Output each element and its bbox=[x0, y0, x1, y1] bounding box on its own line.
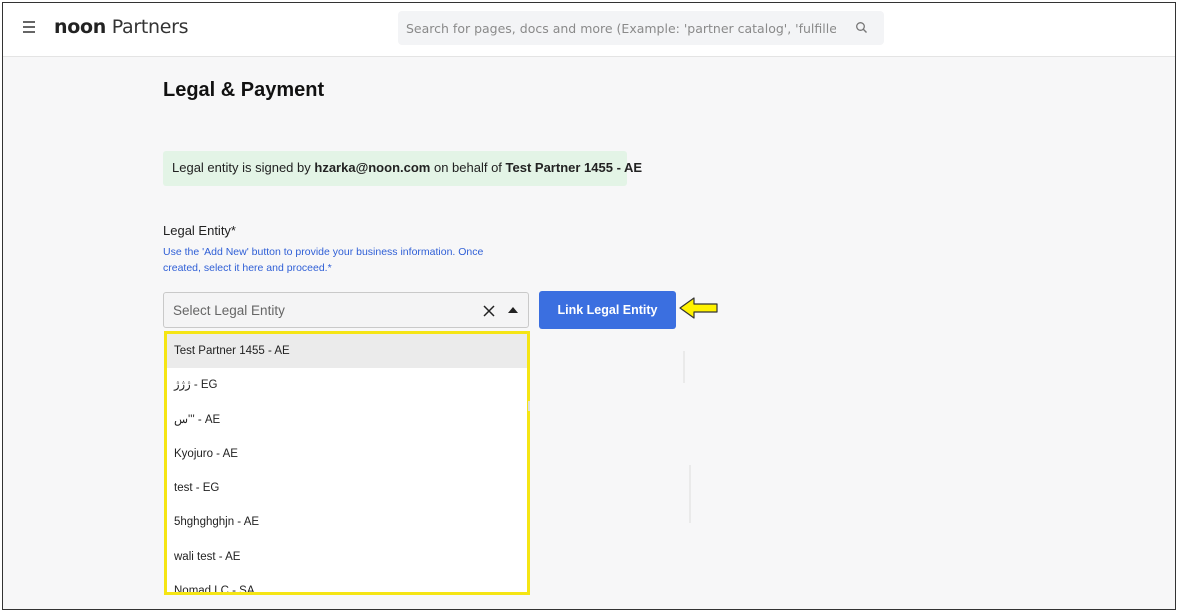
notice-partner: Test Partner 1455 - AE bbox=[505, 160, 643, 175]
arrow-pointer-icon bbox=[679, 297, 718, 319]
divider bbox=[689, 465, 691, 523]
divider bbox=[528, 401, 530, 411]
search-icon[interactable] bbox=[855, 21, 869, 35]
notice-middle: on behalf of bbox=[430, 160, 506, 175]
top-bar: noon Partners bbox=[3, 3, 1175, 57]
option-item[interactable]: Nomad LC - SA bbox=[167, 574, 527, 592]
divider bbox=[683, 351, 685, 383]
brand-bold: noon bbox=[54, 16, 106, 38]
legal-entity-dropdown: Test Partner 1455 - AE ژژژ - EG س''' - A… bbox=[164, 331, 530, 595]
caret-up-icon[interactable] bbox=[508, 307, 518, 313]
option-item[interactable]: wali test - AE bbox=[167, 540, 527, 574]
clear-icon[interactable] bbox=[482, 304, 496, 318]
notice-prefix: Legal entity is signed by bbox=[172, 160, 315, 175]
brand-light: Partners bbox=[105, 16, 189, 38]
link-legal-entity-button[interactable]: Link Legal Entity bbox=[539, 291, 676, 329]
option-item[interactable]: Test Partner 1455 - AE bbox=[167, 334, 527, 369]
app-window: noon Partners Legal & Payment Legal enti… bbox=[2, 2, 1176, 610]
menu-icon[interactable] bbox=[23, 21, 35, 33]
brand-logo[interactable]: noon Partners bbox=[54, 16, 189, 38]
select-placeholder: Select Legal Entity bbox=[173, 303, 285, 318]
option-item[interactable]: test - EG bbox=[167, 471, 527, 505]
legal-entity-label: Legal Entity* bbox=[163, 223, 236, 238]
notice-email: hzarka@noon.com bbox=[314, 160, 431, 175]
option-item[interactable]: 5hghghghjn - AE bbox=[167, 505, 527, 539]
search-input[interactable] bbox=[406, 18, 836, 38]
legal-entity-select[interactable]: Select Legal Entity bbox=[163, 292, 529, 328]
option-item[interactable]: س''' - AE bbox=[167, 403, 527, 437]
page-title: Legal & Payment bbox=[163, 79, 325, 101]
option-item[interactable]: Kyojuro - AE bbox=[167, 437, 527, 471]
search-box bbox=[398, 11, 884, 45]
signed-notice: Legal entity is signed by hzarka@noon.co… bbox=[163, 151, 642, 186]
option-item[interactable]: ژژژ - EG bbox=[167, 368, 527, 402]
legal-entity-help: Use the 'Add New' button to provide your… bbox=[163, 246, 484, 274]
